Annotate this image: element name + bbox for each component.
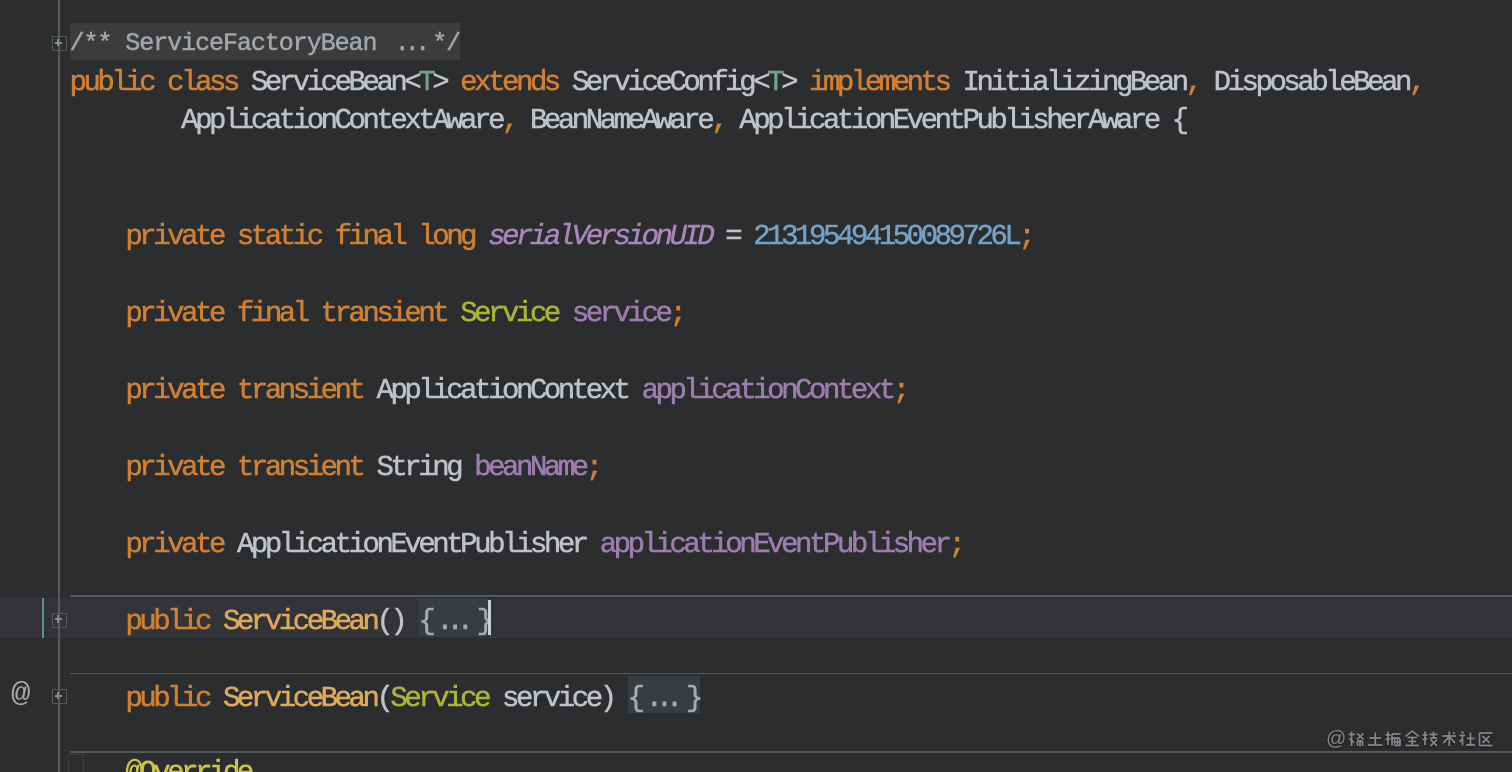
svg-text:@: @: [1326, 728, 1346, 750]
